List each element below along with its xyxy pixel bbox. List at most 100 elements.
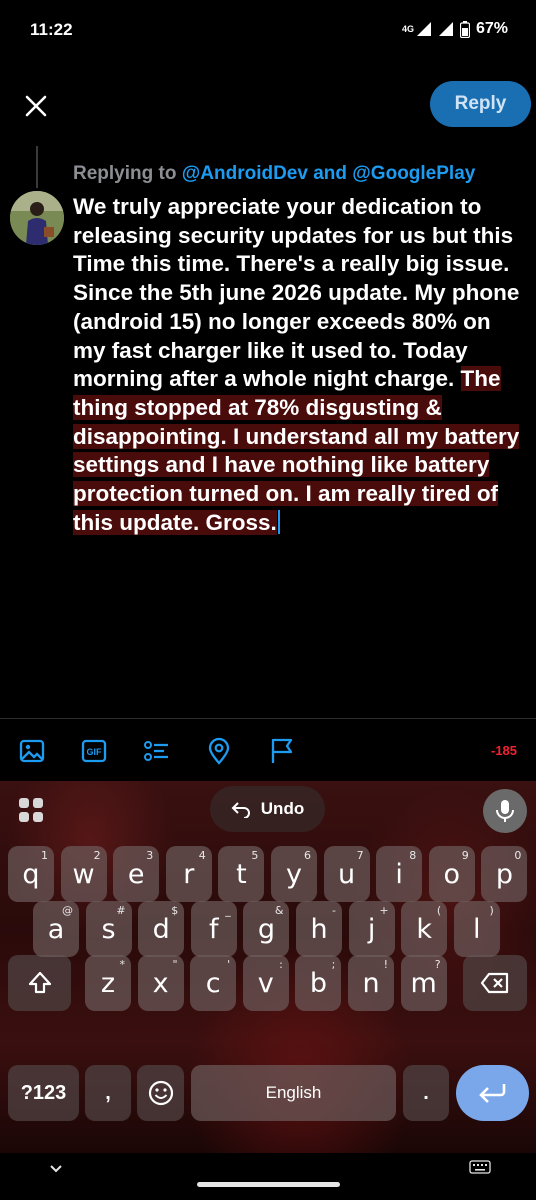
key-n[interactable]: n! <box>348 955 394 1011</box>
key-hint: 7 <box>356 849 364 862</box>
undo-label: Undo <box>260 799 305 818</box>
key-label: e <box>127 858 145 890</box>
key-q[interactable]: q1 <box>8 846 54 902</box>
key-label: c <box>205 967 221 999</box>
key-hint: & <box>274 904 284 917</box>
key-hint: 0 <box>514 849 522 862</box>
key-hint: - <box>332 904 336 917</box>
tweet-text-input[interactable]: We truly appreciate your dedication to r… <box>73 193 528 537</box>
key-d[interactable]: d $ <box>138 901 185 957</box>
key-label: q <box>22 858 40 890</box>
key-hint: 1 <box>41 849 48 862</box>
key-m[interactable]: m? <box>400 955 447 1011</box>
key-label: d <box>152 913 170 945</box>
mic-icon[interactable] <box>483 789 527 833</box>
key-hint: * <box>119 958 126 971</box>
key-g[interactable]: g & <box>243 901 290 957</box>
key-label: i <box>395 858 403 890</box>
key-j[interactable]: j + <box>348 901 395 957</box>
key-hint: + <box>379 904 389 917</box>
enter-key[interactable] <box>456 1065 529 1121</box>
key-x[interactable]: x " <box>137 955 184 1011</box>
key-hint: $ <box>171 904 179 917</box>
backspace-key[interactable] <box>463 955 527 1011</box>
key-hint: ! <box>383 958 388 971</box>
key-r[interactable]: r4 <box>165 846 212 902</box>
key-hint: # <box>116 904 126 917</box>
reply-handle-googleplay[interactable]: @GooglePlay <box>352 163 475 184</box>
key-label: s <box>101 913 116 945</box>
key-hint: 5 <box>251 849 259 862</box>
signal-icon-2 <box>438 22 453 36</box>
key-label: o <box>443 858 461 890</box>
key-h[interactable]: h- <box>296 901 342 957</box>
character-count: -185 <box>491 743 518 758</box>
key-label: p <box>495 858 513 890</box>
home-handle[interactable] <box>197 1182 340 1187</box>
key-label: z <box>100 967 116 999</box>
key-o[interactable]: o9 <box>428 846 475 902</box>
key-f[interactable]: f _ <box>190 901 237 957</box>
battery-percent: 67% <box>475 20 508 37</box>
key-hint: ' <box>227 958 231 971</box>
tweet-text-selected: The thing stopped at 78% disgusting & di… <box>73 366 520 535</box>
status-time: 11:22 <box>30 20 73 39</box>
avatar[interactable] <box>10 191 64 245</box>
hide-keyboard-icon[interactable] <box>48 1162 64 1180</box>
key-b[interactable]: b; <box>295 955 342 1011</box>
undo-button[interactable]: Undo <box>210 786 325 832</box>
shift-key[interactable] <box>8 955 71 1011</box>
battery-icon <box>459 20 470 38</box>
key-hint: ; <box>331 958 336 971</box>
key-p[interactable]: p0 <box>481 846 528 902</box>
reply-button[interactable]: Reply <box>430 81 531 127</box>
location-icon[interactable] <box>204 736 234 766</box>
key-label: x <box>152 967 169 999</box>
key-hint: 3 <box>146 849 154 862</box>
key-label: v <box>257 967 274 999</box>
keyboard: Undo ?123 , English . q1w2e3r4t5y6u7i8o9… <box>0 781 536 1153</box>
space-key[interactable]: English <box>191 1065 396 1121</box>
key-c[interactable]: c ' <box>190 955 237 1011</box>
image-icon[interactable] <box>17 736 47 766</box>
key-label: y <box>286 858 302 890</box>
key-v[interactable]: v: <box>242 955 289 1011</box>
reply-handle-android[interactable]: @AndroidDev <box>182 163 308 184</box>
replying-prefix: Replying to <box>73 163 182 184</box>
key-u[interactable]: u7 <box>323 846 370 902</box>
key-z[interactable]: z * <box>85 955 131 1011</box>
symbols-key[interactable]: ?123 <box>8 1065 79 1121</box>
keyboard-apps-icon[interactable] <box>14 793 48 827</box>
key-e[interactable]: e3 <box>113 846 160 902</box>
key-t[interactable]: t5 <box>218 846 265 902</box>
key-k[interactable]: k( <box>401 901 448 957</box>
keyboard-switch-icon[interactable] <box>469 1160 491 1179</box>
key-hint: 9 <box>461 849 469 862</box>
reply-and: and <box>307 163 353 184</box>
key-hint: 8 <box>409 849 417 862</box>
key-hint: ) <box>489 904 494 917</box>
key-label: h <box>310 913 328 945</box>
key-w[interactable]: w2 <box>60 846 107 902</box>
poll-icon[interactable] <box>141 736 171 766</box>
key-label: k <box>416 913 432 945</box>
key-hint: 2 <box>93 849 101 862</box>
period-key[interactable]: . <box>403 1065 449 1121</box>
flag-icon[interactable] <box>267 736 297 766</box>
key-l[interactable]: l) <box>453 901 500 957</box>
key-a[interactable]: a @ <box>33 901 79 957</box>
key-y[interactable]: y6 <box>271 846 317 902</box>
key-hint: ( <box>436 904 442 917</box>
signal-icon <box>416 22 431 36</box>
key-label: n <box>362 967 380 999</box>
key-i[interactable]: i8 <box>376 846 423 902</box>
replying-to: Replying to @AndroidDev and @GooglePlay <box>73 163 475 185</box>
svg-text:GIF: GIF <box>87 747 103 757</box>
comma-key[interactable]: , <box>85 1065 131 1121</box>
status-icons: 4G 67% <box>402 20 508 38</box>
gif-icon[interactable]: GIF <box>79 736 109 766</box>
close-icon[interactable] <box>22 92 50 120</box>
key-s[interactable]: s # <box>85 901 132 957</box>
key-hint: _ <box>225 904 231 917</box>
emoji-key[interactable] <box>137 1065 184 1121</box>
